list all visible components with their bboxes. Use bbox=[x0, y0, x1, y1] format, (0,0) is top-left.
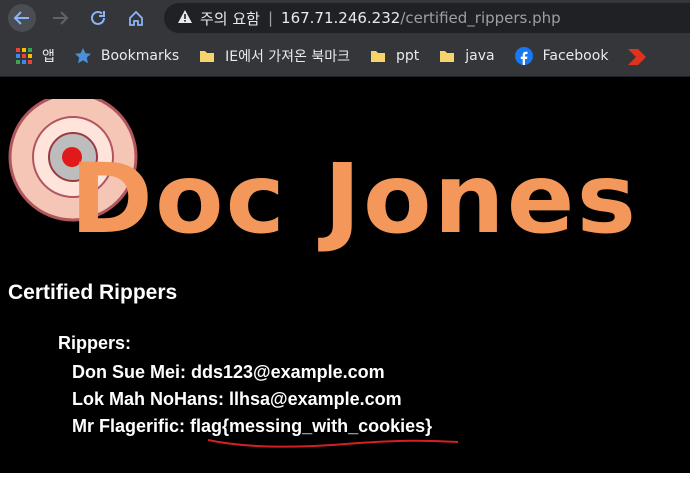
ripper-name: Don Sue Mei bbox=[72, 362, 181, 382]
forward-arrow-icon bbox=[53, 11, 69, 25]
ripper-name: Lok Mah NoHans bbox=[72, 389, 219, 409]
bookmark-label: Bookmarks bbox=[100, 48, 180, 64]
address-separator: | bbox=[267, 9, 274, 27]
url-path: /certified_rippers.php bbox=[400, 9, 561, 27]
bookmark-label: 앱 bbox=[42, 49, 55, 65]
back-arrow-icon bbox=[13, 11, 29, 25]
page-bottom-edge bbox=[0, 473, 690, 477]
page-heading: Certified Rippers bbox=[8, 281, 178, 304]
apps-grid-icon bbox=[16, 48, 32, 64]
reload-button[interactable] bbox=[84, 4, 112, 32]
back-button[interactable] bbox=[8, 4, 36, 32]
red-underline-annotation bbox=[207, 439, 459, 448]
bookmark-java-folder[interactable]: java bbox=[439, 48, 495, 64]
ripper-row: Lok Mah NoHans: llhsa@example.com bbox=[72, 389, 402, 409]
home-icon bbox=[129, 10, 143, 26]
logo-text: Doc Jones bbox=[70, 143, 639, 255]
forward-button[interactable] bbox=[46, 4, 74, 32]
security-label[interactable]: 주의 요함 bbox=[200, 8, 260, 29]
bookmark-label: Facebook bbox=[542, 48, 609, 64]
browser-toolbar: 주의 요함 | 167.71.246.232 /certified_ripper… bbox=[0, 0, 690, 36]
bookmark-label: ppt bbox=[396, 48, 420, 64]
facebook-icon bbox=[514, 47, 533, 65]
ripper-row: Don Sue Mei: dds123@example.com bbox=[72, 362, 385, 382]
red-app-icon bbox=[628, 47, 647, 65]
home-button[interactable] bbox=[122, 4, 150, 32]
ripper-value: flag{messing_with_cookies} bbox=[190, 416, 433, 436]
folder-icon bbox=[199, 48, 215, 64]
address-bar[interactable]: 주의 요함 | 167.71.246.232 /certified_ripper… bbox=[164, 3, 690, 33]
bookmark-apps[interactable]: 앱 bbox=[16, 46, 55, 66]
bookmark-ie-folder[interactable]: IE에서 가져온 북마크 bbox=[199, 46, 350, 66]
ripper-value: llhsa@example.com bbox=[229, 389, 402, 409]
rippers-list: Rippers: Don Sue Mei: dds123@example.com… bbox=[58, 333, 432, 440]
ripper-value: dds123@example.com bbox=[191, 362, 385, 382]
bookmark-facebook[interactable]: Facebook bbox=[514, 47, 609, 65]
bookmark-overflow[interactable] bbox=[628, 47, 656, 65]
ripper-name: Mr Flagerific bbox=[72, 416, 180, 436]
rippers-label: Rippers: bbox=[58, 333, 132, 353]
bookmarks-bar: 앱 Bookmarks IE에서 가져온 북마크 ppt java Facebo… bbox=[0, 36, 690, 77]
doc-jones-logo: Doc Jones bbox=[8, 99, 636, 259]
bookmark-bookmarks[interactable]: Bookmarks bbox=[74, 48, 180, 64]
reload-icon bbox=[91, 10, 105, 25]
folder-icon bbox=[370, 48, 386, 64]
bookmark-ppt-folder[interactable]: ppt bbox=[370, 48, 419, 64]
page-content: Doc Jones Certified Rippers Rippers: Don… bbox=[0, 77, 690, 477]
folder-icon bbox=[439, 48, 455, 64]
bookmark-label: IE에서 가져온 북마크 bbox=[225, 49, 351, 65]
star-icon bbox=[74, 48, 91, 64]
bookmark-label: java bbox=[465, 48, 495, 64]
url-host: 167.71.246.232 bbox=[281, 9, 401, 27]
warning-triangle-icon bbox=[178, 9, 192, 27]
